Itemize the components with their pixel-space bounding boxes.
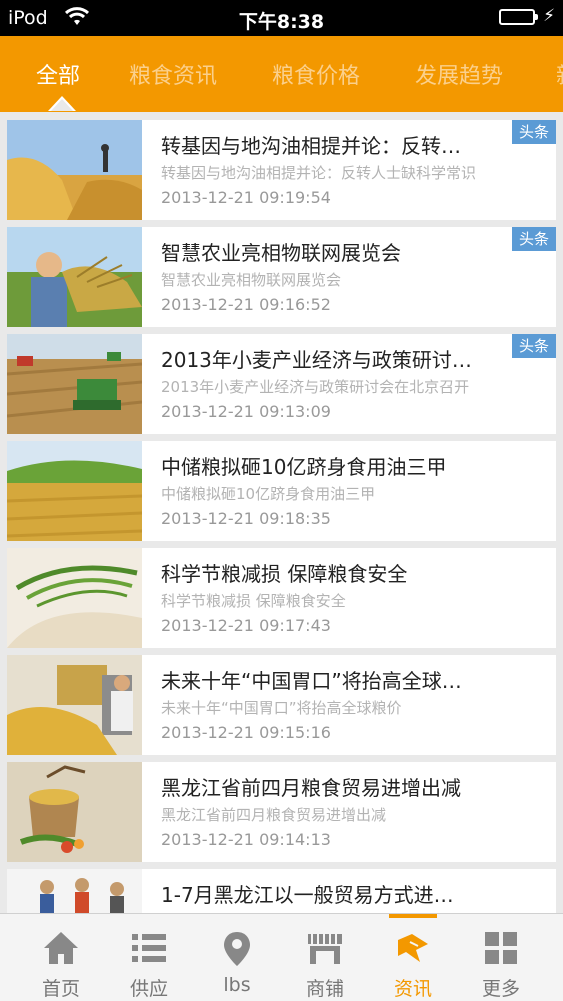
article-time: 2013-12-21 09:19:54 [161,188,331,207]
article-thumbnail [7,334,142,434]
list-item[interactable]: 黑龙江省前四月粮食贸易进增出减 黑龙江省前四月粮食贸易进增出减 2013-12-… [7,762,556,862]
tab-new[interactable]: 新 [556,58,563,90]
article-title: 智慧农业亮相物联网展览会 [161,241,401,265]
news-icon [398,934,428,962]
tab-trends[interactable]: 发展趋势 [415,58,503,90]
nav-news[interactable]: 资讯 [369,914,457,1001]
list-item[interactable]: 科学节粮减损 保障粮食安全 科学节粮减损 保障粮食安全 2013-12-21 0… [7,548,556,648]
shop-icon [308,934,342,964]
list-item[interactable]: 未来十年“中国胃口”将抬高全球… 未来十年“中国胃口”将抬高全球粮价 2013-… [7,655,556,755]
article-summary: 转基因与地沟油相提并论：反转人士缺科学常识 [161,164,477,182]
article-thumbnail [7,655,142,755]
status-bar: iPod 下午8:38 ⚡ [0,0,563,36]
tab-all[interactable]: 全部 [36,58,80,90]
nav-more-label: 更多 [481,978,520,1000]
list-icon [132,934,166,962]
charging-icon: ⚡ [543,6,555,26]
article-title: 中储粮拟砸10亿跻身食用油三甲 [161,455,447,479]
headline-badge: 头条 [512,334,556,358]
nav-shop[interactable]: 商铺 [281,914,369,1001]
nav-shop-label: 商铺 [305,978,344,1000]
grid-icon [485,932,517,964]
article-title: 黑龙江省前四月粮食贸易进增出减 [161,776,461,800]
article-title: 1-7月黑龙江以一般贸易方式进… [161,883,454,907]
article-time: 2013-12-21 09:16:52 [161,295,331,314]
nav-lbs[interactable]: lbs [193,914,281,1001]
list-item[interactable]: 2013年小麦产业经济与政策研讨… 2013年小麦产业经济与政策研讨会在北京召开… [7,334,556,434]
article-summary: 中储粮拟砸10亿跻身食用油三甲 [161,485,376,503]
article-thumbnail [7,441,142,541]
article-thumbnail [7,227,142,327]
article-thumbnail [7,762,142,862]
tab-grain-news[interactable]: 粮食资讯 [129,58,217,90]
nav-supply-label: 供应 [129,978,168,1000]
headline-badge: 头条 [512,120,556,144]
article-time: 2013-12-21 09:13:09 [161,402,331,421]
clock-time: 下午8:38 [238,11,325,33]
nav-home[interactable]: 首页 [17,914,105,1001]
article-time: 2013-12-21 09:18:35 [161,509,331,528]
article-summary: 黑龙江省前四月粮食贸易进增出减 [161,806,387,824]
headline-badge: 头条 [512,227,556,251]
list-item[interactable]: 中储粮拟砸10亿跻身食用油三甲 中储粮拟砸10亿跻身食用油三甲 2013-12-… [7,441,556,541]
article-thumbnail [7,120,142,220]
nav-more[interactable]: 更多 [457,914,545,1001]
nav-news-label: 资讯 [393,978,432,1000]
article-summary: 未来十年“中国胃口”将抬高全球粮价 [161,699,402,717]
nav-home-label: 首页 [41,978,80,1000]
article-summary: 2013年小麦产业经济与政策研讨会在北京召开 [161,378,470,396]
article-time: 2013-12-21 09:15:16 [161,723,331,742]
home-icon [44,932,78,964]
nav-supply[interactable]: 供应 [105,914,193,1001]
article-thumbnail [7,548,142,648]
article-time: 2013-12-21 09:17:43 [161,616,331,635]
battery-icon [499,9,538,25]
category-tabs: 全部 粮食资讯 粮食价格 发展趋势 新 [0,36,563,112]
article-summary: 科学节粮减损 保障粮食安全 [161,592,346,610]
article-title: 未来十年“中国胃口”将抬高全球… [161,669,462,693]
bottom-nav: 首页 供应 lbs 商铺 资讯 更多 [0,913,563,1001]
list-item[interactable]: 转基因与地沟油相提并论：反转… 转基因与地沟油相提并论：反转人士缺科学常识 20… [7,120,556,220]
nav-lbs-label: lbs [223,974,251,996]
article-time: 2013-12-21 09:14:13 [161,830,331,849]
article-title: 转基因与地沟油相提并论：反转… [161,134,461,158]
article-title: 2013年小麦产业经济与政策研讨… [161,348,472,372]
article-title: 科学节粮减损 保障粮食安全 [161,562,408,586]
tab-grain-prices[interactable]: 粮食价格 [272,58,360,90]
list-item[interactable]: 智慧农业亮相物联网展览会 智慧农业亮相物联网展览会 2013-12-21 09:… [7,227,556,327]
article-summary: 智慧农业亮相物联网展览会 [161,271,342,289]
location-pin-icon [224,932,250,966]
